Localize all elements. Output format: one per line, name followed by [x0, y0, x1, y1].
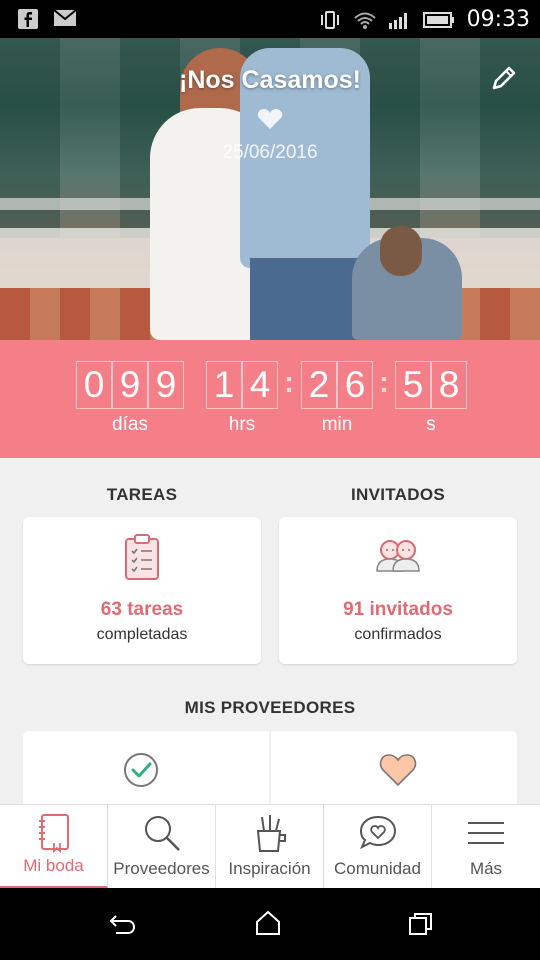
hours-digit: 4 — [242, 361, 278, 409]
nav-label: Inspiración — [228, 859, 311, 878]
seconds-digit: 5 — [395, 361, 431, 409]
nav-mi-boda[interactable]: Mi boda — [0, 805, 108, 889]
mail-icon — [54, 9, 76, 26]
checklist-icon — [125, 534, 159, 580]
seconds-label: s — [426, 414, 436, 435]
minutes-digit: 2 — [301, 361, 337, 409]
battery-icon — [422, 11, 454, 28]
minutes-digit: 6 — [337, 361, 373, 409]
clock: 09:33 — [466, 7, 530, 32]
recents-icon[interactable] — [408, 912, 434, 936]
invitados-count: 91 invitados — [343, 599, 453, 620]
nav-label: Proveedores — [113, 859, 210, 878]
nav-proveedores[interactable]: Proveedores — [108, 805, 216, 889]
heart-icon[interactable] — [379, 753, 417, 787]
search-icon — [144, 816, 180, 851]
proveedores-card — [23, 731, 517, 811]
wedding-title: ¡Nos Casamos! — [179, 66, 361, 94]
edit-icon[interactable] — [490, 64, 518, 92]
tareas-card[interactable]: 63 tareas completadas — [23, 517, 261, 664]
status-bar: 09:33 — [0, 0, 540, 38]
wifi-icon — [353, 12, 376, 29]
separator: : — [284, 366, 294, 399]
bottom-nav: Mi boda Proveedores Inspiración Comunida… — [0, 804, 540, 889]
brushes-icon — [256, 815, 286, 852]
menu-icon — [468, 822, 504, 844]
hours-label: hrs — [228, 414, 256, 435]
system-nav-bar — [0, 888, 540, 960]
facebook-icon — [18, 9, 38, 29]
signal-icon — [388, 12, 407, 29]
chat-heart-icon — [359, 815, 396, 850]
invitados-card[interactable]: 91 invitados confirmados — [279, 517, 517, 664]
check-circle-icon[interactable] — [123, 752, 159, 788]
days-digit: 9 — [148, 361, 184, 409]
days-label: días — [112, 414, 148, 435]
seconds-digit: 8 — [431, 361, 467, 409]
notebook-icon — [38, 814, 69, 853]
nav-comunidad[interactable]: Comunidad — [324, 805, 432, 889]
proveedores-heading: MIS PROVEEDORES — [184, 698, 356, 717]
separator: : — [379, 366, 389, 399]
nav-mas[interactable]: Más — [432, 805, 540, 889]
countdown: 0 9 9 1 4 : 2 6 : 5 8 días hrs min s — [0, 340, 540, 458]
tareas-sub: completadas — [96, 626, 188, 643]
tareas-count: 63 tareas — [100, 599, 184, 620]
invitados-heading: INVITADOS — [350, 485, 445, 504]
nav-label: Mi boda — [23, 856, 84, 875]
home-icon[interactable] — [255, 910, 281, 936]
nav-inspiracion[interactable]: Inspiración — [216, 805, 324, 889]
wedding-date: 25/06/2016 — [222, 142, 318, 163]
invitados-sub: confirmados — [354, 626, 442, 643]
nav-label: Más — [469, 859, 503, 878]
back-icon[interactable] — [108, 912, 136, 936]
days-digit: 9 — [112, 361, 148, 409]
nav-label: Comunidad — [334, 859, 421, 878]
minutes-label: min — [321, 414, 353, 435]
tareas-heading: TAREAS — [106, 485, 178, 504]
vibrate-icon — [320, 10, 339, 29]
guests-icon — [376, 540, 420, 572]
heart-icon — [257, 109, 283, 129]
days-digit: 0 — [76, 361, 112, 409]
hero-photo: ¡Nos Casamos! 25/06/2016 — [0, 38, 540, 340]
hours-digit: 1 — [206, 361, 242, 409]
